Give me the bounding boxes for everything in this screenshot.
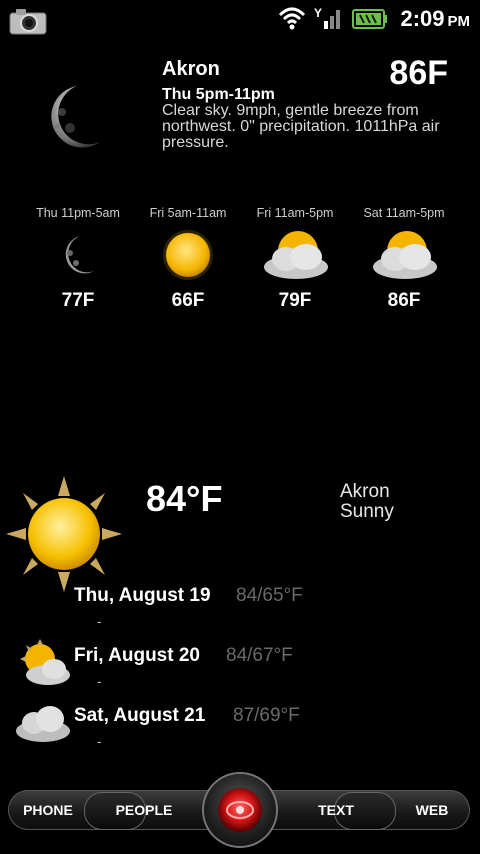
forecast-label: Fri 5am-11am [149,206,227,220]
day-extra: - [97,733,102,749]
sun-icon [4,474,124,599]
current-city: Akron [340,481,390,502]
web-button[interactable]: WEB [396,790,468,830]
app-drawer-button[interactable] [204,774,276,846]
signal-icon: Y [314,5,344,36]
clock-time: 2:09 [400,6,445,31]
text-button[interactable]: TEXT [300,790,372,830]
day-extra: - [97,613,102,629]
day-row[interactable]: Thu, August 19 84/65°F - [0,585,480,645]
forecast-temp: 77F [61,290,95,311]
partly-cloudy-icon [14,639,72,694]
forecast-item[interactable]: Fri 5am-11am 66F [133,206,243,312]
day-extra: - [97,673,102,689]
people-button[interactable]: PEOPLE [108,790,180,830]
wifi-icon [278,5,306,36]
day-range: 87/69°F [233,705,300,726]
day-name: Thu, August 19 [74,585,211,606]
forecast-temp: 66F [171,290,205,311]
partly-cloudy-icon [367,227,441,288]
forecast-label: Fri 11am-5pm [256,206,334,220]
moon-icon [56,233,100,282]
header-description: Clear sky. 9mph, gentle breeze from nort… [162,102,440,151]
forecast-item[interactable]: Thu 11pm-5am 77F [23,206,133,312]
status-bar: Y 2:09 PM [0,0,480,38]
phone-button[interactable]: PHONE [12,790,84,830]
clock-ampm: PM [447,13,471,30]
red-eye-icon [216,786,264,839]
svg-text:Y: Y [314,6,322,20]
battery-icon [352,9,388,34]
status-time: 2:09 PM [400,6,470,32]
header-temp: 86F [389,54,448,92]
moon-icon [42,82,112,157]
current-condition: Sunny [340,501,394,522]
forecast-item[interactable]: Fri 11am-5pm 79F [240,206,350,312]
day-name: Sat, August 21 [74,705,206,726]
forecast-item[interactable]: Sat 11am-5pm 86F [349,206,459,312]
day-name: Fri, August 20 [74,645,200,666]
cloud-icon [14,699,72,752]
current-temp: 84°F [146,478,223,519]
forecast-temp: 79F [278,290,312,311]
day-range: 84/65°F [236,585,303,606]
day-range: 84/67°F [226,645,293,666]
forecast-label: Sat 11am-5pm [363,206,445,220]
partly-cloudy-icon [258,227,332,288]
forecast-label: Thu 11pm-5am [36,206,120,220]
day-row[interactable]: Sat, August 21 87/69°F - [0,705,480,765]
day-row[interactable]: Fri, August 20 84/67°F - [0,639,480,705]
camera-icon[interactable] [8,6,48,41]
forecast-temp: 86F [387,290,421,311]
sun-icon [161,228,215,287]
header-city: Akron [162,58,220,80]
